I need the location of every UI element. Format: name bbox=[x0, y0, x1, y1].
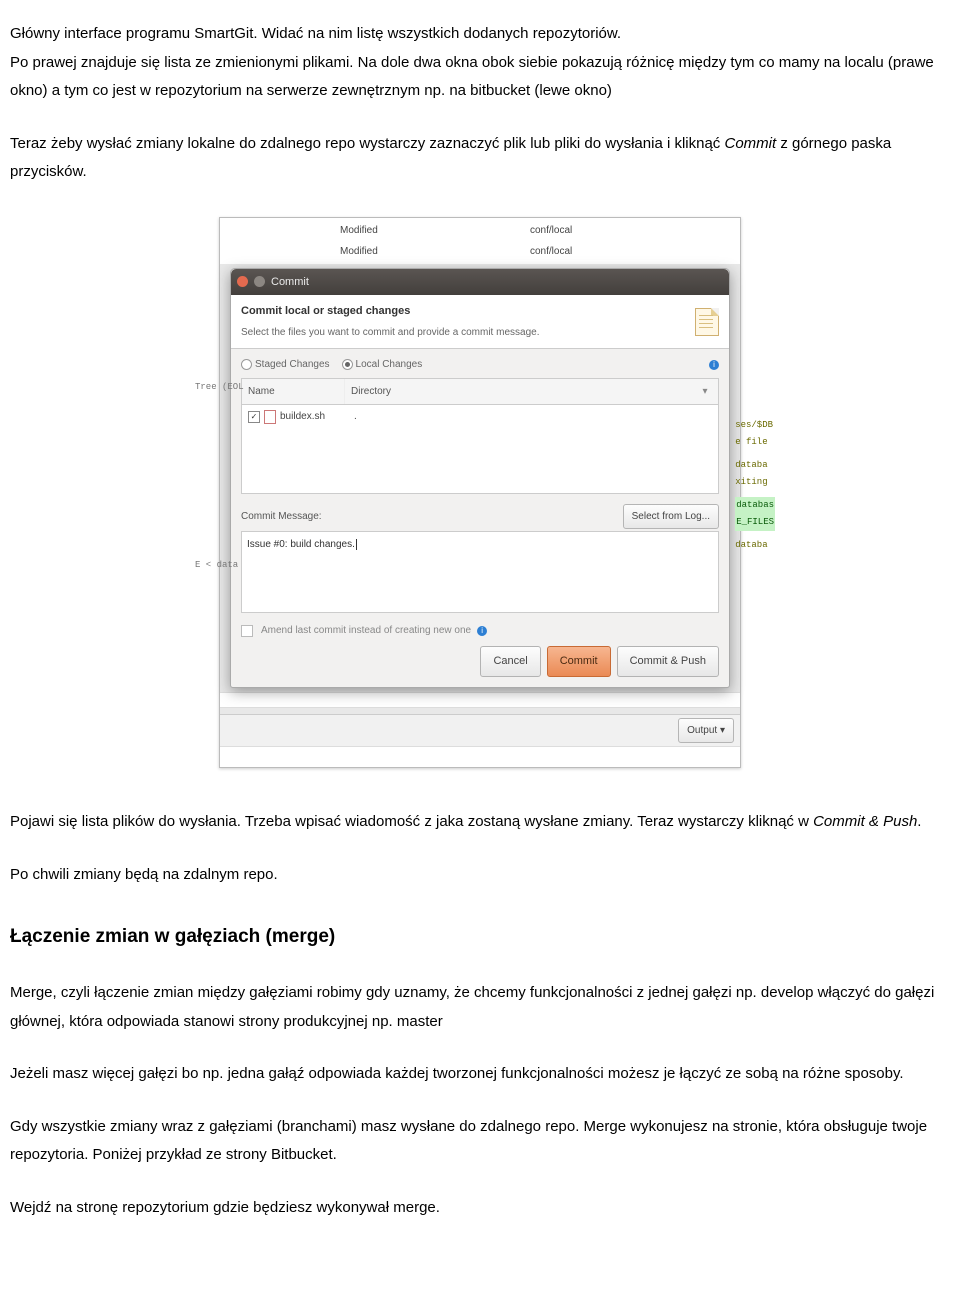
amend-checkbox[interactable] bbox=[241, 625, 253, 637]
staged-changes-radio[interactable]: Staged Changes bbox=[241, 355, 330, 374]
commit-dialog: Tree (EOL E < data ses/$DB e file databa… bbox=[230, 268, 730, 689]
code-fragment: databas bbox=[735, 497, 775, 514]
cancel-button[interactable]: Cancel bbox=[480, 646, 540, 677]
paragraph: Jeżeli masz więcej gałęzi bo np. jedna g… bbox=[10, 1060, 950, 1089]
amend-label: Amend last commit instead of creating ne… bbox=[261, 621, 471, 640]
file-name: buildex.sh bbox=[280, 407, 354, 426]
screenshot-figure: Modified conf/local Modified conf/local … bbox=[10, 217, 950, 769]
text: Główny interface programu SmartGit. Wida… bbox=[10, 25, 621, 42]
dialog-buttons: Cancel Commit Commit & Push bbox=[241, 646, 719, 677]
select-from-log-button[interactable]: Select from Log... bbox=[623, 504, 719, 529]
code-fragment: databa bbox=[735, 457, 775, 474]
output-toggle-button[interactable]: Output ▾ bbox=[678, 718, 734, 743]
commit-message-input[interactable]: Issue #0: build changes. bbox=[241, 531, 719, 613]
commit-message-label: Commit Message: bbox=[241, 507, 322, 526]
amend-row: Amend last commit instead of creating ne… bbox=[241, 621, 719, 640]
paragraph: Merge, czyli łączenie zmian między gałęz… bbox=[10, 979, 950, 1036]
minimize-icon[interactable] bbox=[254, 276, 265, 287]
commit-button[interactable]: Commit bbox=[547, 646, 611, 677]
bg-row: Modified conf/local bbox=[220, 241, 740, 262]
code-fragment: xiting bbox=[735, 474, 775, 491]
commit-message-row: Commit Message: Select from Log... bbox=[241, 504, 719, 529]
background-spacer bbox=[220, 692, 740, 708]
paragraph: Wejdź na stronę repozytorium gdzie będzi… bbox=[10, 1194, 950, 1223]
dialog-title: Commit bbox=[271, 272, 309, 293]
section-heading: Łączenie zmian w gałęziach (merge) bbox=[10, 919, 950, 955]
output-panel-bar: Output ▾ bbox=[220, 714, 740, 746]
code-fragment: E_FILES bbox=[735, 514, 775, 531]
paragraph: Po chwili zmiany będą na zdalnym repo. bbox=[10, 861, 950, 890]
text: Pojawi się lista plików do wysłania. Trz… bbox=[10, 813, 813, 830]
background-file-rows: Modified conf/local Modified conf/local bbox=[220, 218, 740, 264]
col-directory[interactable]: Directory bbox=[345, 379, 692, 404]
file-list: ✓ buildex.sh . bbox=[241, 404, 719, 494]
text: Po prawej znajduje się lista ze zmienion… bbox=[10, 54, 934, 100]
emphasis: Commit bbox=[724, 135, 776, 152]
close-icon[interactable] bbox=[237, 276, 248, 287]
paragraph: Główny interface programu SmartGit. Wida… bbox=[10, 20, 950, 106]
bg-path: conf/local bbox=[530, 242, 572, 261]
file-icon bbox=[264, 410, 276, 424]
code-fragment: databa bbox=[735, 537, 775, 554]
file-list-header: Name Directory ▾ bbox=[241, 378, 719, 404]
paragraph: Gdy wszystkie zmiany wraz z gałęziami (b… bbox=[10, 1113, 950, 1170]
paragraph: Teraz żeby wysłać zmiany lokalne do zdal… bbox=[10, 130, 950, 187]
text: . bbox=[917, 813, 921, 830]
paragraph: Pojawi się lista plików do wysłania. Trz… bbox=[10, 808, 950, 837]
info-icon[interactable]: i bbox=[709, 360, 719, 370]
sort-indicator-icon[interactable]: ▾ bbox=[692, 379, 718, 404]
commit-and-push-button[interactable]: Commit & Push bbox=[617, 646, 719, 677]
commit-dialog-screenshot: Modified conf/local Modified conf/local … bbox=[219, 217, 741, 769]
background-spacer bbox=[220, 746, 740, 767]
dialog-header: Commit local or staged changes Select th… bbox=[231, 295, 729, 349]
bg-status: Modified bbox=[340, 221, 530, 240]
bg-path: conf/local bbox=[530, 221, 572, 240]
emphasis: Commit & Push bbox=[813, 813, 917, 830]
col-name[interactable]: Name bbox=[242, 379, 345, 404]
truncated-left-text: Tree (EOL bbox=[195, 379, 244, 396]
dialog-heading: Commit local or staged changes bbox=[241, 301, 539, 322]
truncated-left-text: E < data bbox=[195, 557, 238, 574]
code-fragment: e file bbox=[735, 434, 775, 451]
text: Teraz żeby wysłać zmiany lokalne do zdal… bbox=[10, 135, 724, 152]
code-fragment: ses/$DB bbox=[735, 417, 775, 434]
changes-scope-toggle: Staged Changes Local Changes i bbox=[231, 349, 729, 378]
file-checkbox[interactable]: ✓ bbox=[248, 411, 260, 423]
dialog-titlebar: Commit bbox=[231, 269, 729, 296]
bg-status: Modified bbox=[340, 242, 530, 261]
dialog-subheading: Select the files you want to commit and … bbox=[241, 323, 539, 342]
file-directory: . bbox=[354, 407, 357, 426]
bg-row: Modified conf/local bbox=[220, 220, 740, 241]
file-row[interactable]: ✓ buildex.sh . bbox=[242, 405, 718, 428]
local-changes-radio[interactable]: Local Changes bbox=[342, 355, 423, 374]
commit-message-text: Issue #0: build changes. bbox=[247, 539, 355, 550]
document-icon bbox=[695, 308, 719, 336]
info-icon[interactable]: i bbox=[477, 626, 487, 636]
